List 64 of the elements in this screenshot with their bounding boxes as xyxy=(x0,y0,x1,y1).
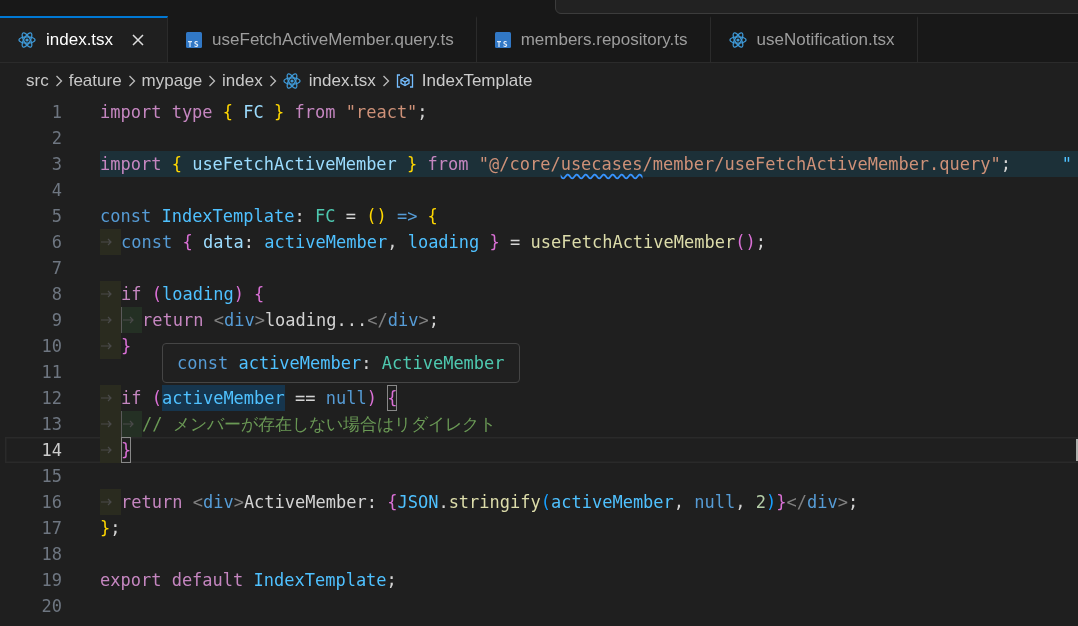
line-number: 15 xyxy=(40,465,62,488)
line-number: 4 xyxy=(50,179,62,202)
tab-arrow-icon xyxy=(100,446,114,454)
chevron-right-icon xyxy=(127,75,136,87)
code-line: const IndexTemplate: FC = () => { xyxy=(100,205,439,228)
text-cursor xyxy=(1076,439,1078,461)
tab-arrow-icon xyxy=(100,420,114,428)
line-number: 12 xyxy=(40,387,62,410)
code-line: const { data: activeMember, loading } = useFetchActiveMember(); xyxy=(121,231,767,254)
line-number: 1 xyxy=(50,101,62,124)
code-line: import { useFetchActiveMember } from "@/core/usecases/member/useFetchActiveMember.query"; " xyxy=(100,153,1073,176)
line-number: 10 xyxy=(40,335,62,358)
line-number: 18 xyxy=(40,543,62,566)
tab-arrow-icon xyxy=(122,316,136,324)
chevron-right-icon xyxy=(208,75,217,87)
file-type-icon xyxy=(494,32,511,48)
tab-arrow-icon xyxy=(100,394,114,402)
line-number: 9 xyxy=(50,309,62,332)
tab-arrow-icon xyxy=(100,316,114,324)
code-line: return <div>loading...</div>; xyxy=(142,309,440,332)
line-number: 6 xyxy=(50,231,62,254)
react-icon xyxy=(18,31,36,49)
line-number: 8 xyxy=(50,283,62,306)
editor-tab[interactable]: index.tsx xyxy=(0,16,169,62)
code-line: } xyxy=(121,335,133,358)
tab-arrow-icon xyxy=(122,420,136,428)
line-number: 7 xyxy=(50,257,62,280)
hover-tooltip: const activeMember: ActiveMember xyxy=(162,343,520,383)
react-icon xyxy=(728,31,747,49)
line-number: 20 xyxy=(40,595,62,618)
code-line: }; xyxy=(100,517,122,540)
chevron-right-icon xyxy=(268,75,277,87)
line-number: 11 xyxy=(40,361,62,384)
tab-arrow-icon xyxy=(100,342,114,350)
code-line: return <div>ActiveMember: {JSON.stringify(activeMember, null, 2)}</div>; xyxy=(121,491,860,514)
line-number: 3 xyxy=(50,153,62,176)
tab-arrow-icon xyxy=(100,290,114,298)
symbol-icon xyxy=(395,73,414,89)
chevron-right-icon xyxy=(381,75,390,87)
code-line: } xyxy=(121,437,1076,463)
code-line: if (activeMember == null) { xyxy=(121,385,1078,411)
file-type-icon xyxy=(186,32,203,48)
line-number: 5 xyxy=(50,205,62,228)
chevron-right-icon xyxy=(54,75,63,87)
code-line: if (loading) { xyxy=(121,283,266,306)
line-number: 14 xyxy=(40,439,62,462)
breadcrumb-item[interactable]: index.tsx xyxy=(308,71,376,91)
breadcrumb-item[interactable]: src xyxy=(26,71,49,91)
breadcrumb-item[interactable]: index xyxy=(222,71,263,91)
tab-arrow-icon xyxy=(100,238,114,246)
line-number: 16 xyxy=(40,491,62,514)
close-icon[interactable] xyxy=(131,33,146,47)
line-number: 13 xyxy=(40,413,62,436)
code-line: import type { FC } from "react"; xyxy=(100,101,429,124)
line-number: 2 xyxy=(50,127,62,150)
react-icon xyxy=(282,72,301,90)
line-number: 19 xyxy=(40,569,62,592)
code-line: // メンバーが存在しない場合はリダイレクト xyxy=(142,413,497,436)
breadcrumb-item[interactable]: IndexTemplate xyxy=(421,71,533,91)
breadcrumb-item[interactable]: feature xyxy=(68,71,122,91)
breadcrumb-item[interactable]: mypage xyxy=(141,71,203,91)
code-line: export default IndexTemplate; xyxy=(100,569,398,592)
tab-arrow-icon xyxy=(100,498,114,506)
line-number: 17 xyxy=(40,517,62,540)
